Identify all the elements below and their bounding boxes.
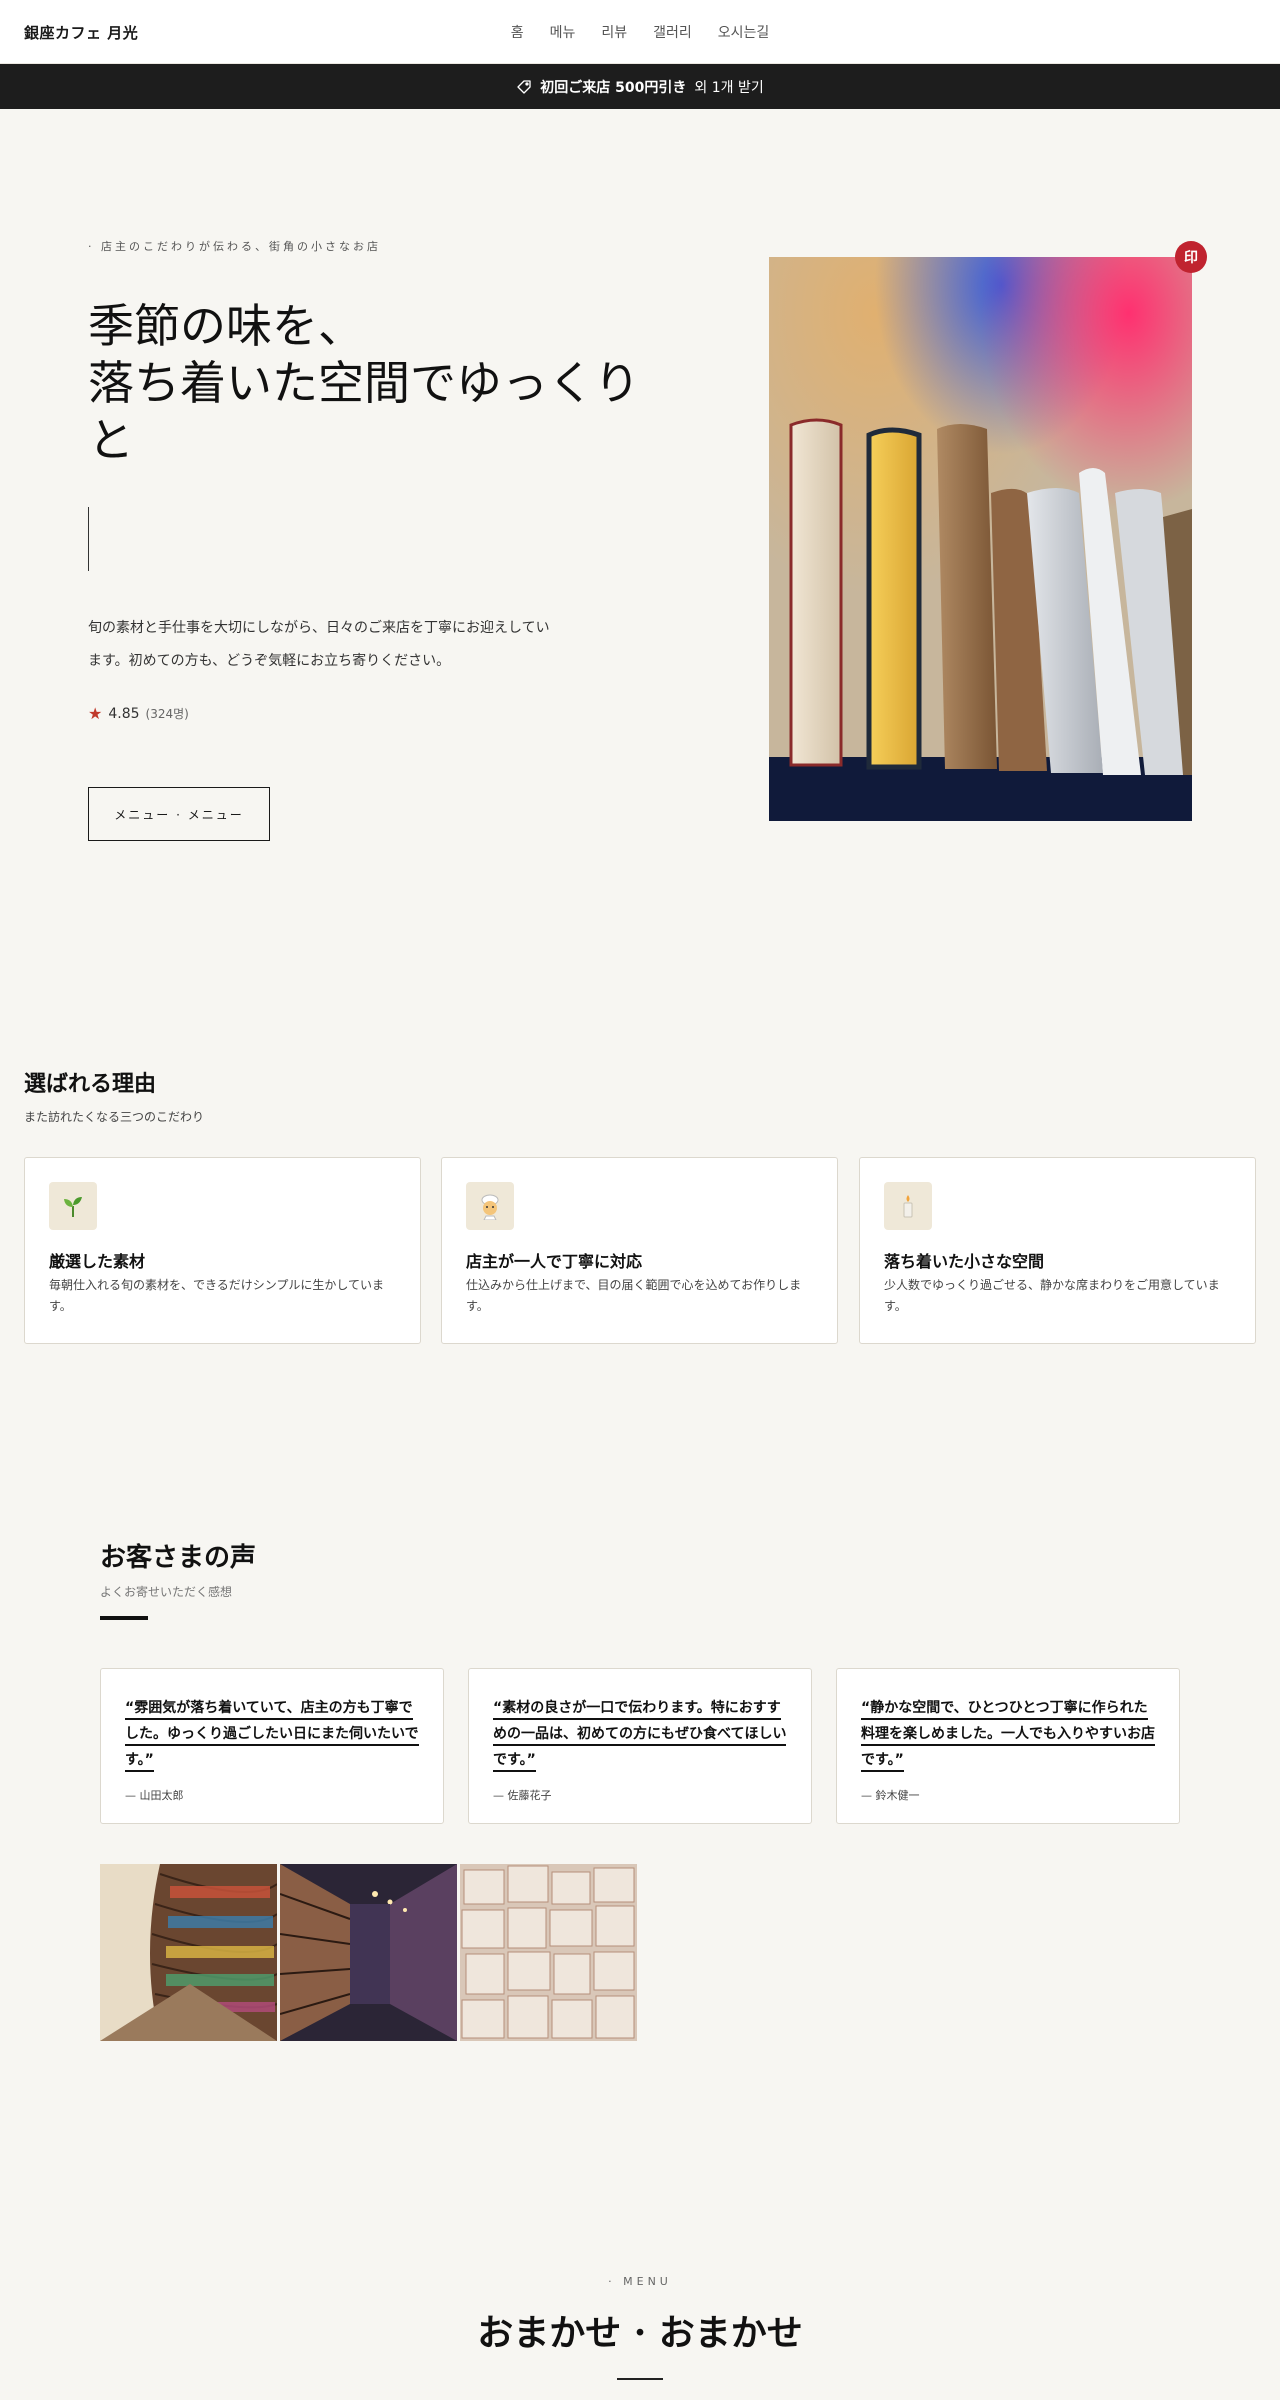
seedling-icon bbox=[49, 1182, 97, 1230]
hero-kicker: · 店主のこだわりが伝わる、街角の小さなお店 bbox=[88, 240, 381, 253]
hero-title-line2: 落ち着いた空間でゆっくり bbox=[88, 356, 640, 410]
testimonial-card: “素材の良さが一口で伝わります。特におすすめの一品は、初めての方にもぜひ食べてほ… bbox=[468, 1668, 812, 1824]
quote-text: “静かな空間で、ひとつひとつ丁寧に作られた料理を楽しめました。一人でも入りやすい… bbox=[861, 1700, 1155, 1772]
feature-card: 店主が一人で丁寧に対応 仕込みから仕上げまで、目の届く範囲で心を込めてお作りしま… bbox=[441, 1157, 838, 1344]
nav-gallery[interactable]: 갤러리 bbox=[653, 22, 692, 42]
site-header: 銀座カフェ 月光 홈 메뉴 리뷰 갤러리 오시는길 bbox=[0, 0, 1280, 64]
promo-banner[interactable]: 初回ご来店 500円引き 외 1개 받기 bbox=[0, 64, 1280, 109]
nav-directions[interactable]: 오시는길 bbox=[718, 22, 770, 42]
hero-title-line1: 季節の味を、 bbox=[88, 299, 364, 353]
feature-title: 落ち着いた小さな空間 bbox=[884, 1252, 1045, 1271]
testimonials-subtitle: よくお寄せいただく感想 bbox=[100, 1585, 233, 1599]
feature-description: 仕込みから仕上げまで、目の届く範囲で心を込めてお作りします。 bbox=[466, 1278, 802, 1313]
hero-divider bbox=[88, 507, 89, 571]
testimonials-title: お客さまの声 bbox=[100, 1543, 257, 1573]
feature-title: 厳選した素材 bbox=[49, 1252, 146, 1271]
testimonial-card: “雰囲気が落ち着いていて、店主の方も丁寧でした。ゆっくり過ごしたい日にまた伺いた… bbox=[100, 1668, 444, 1824]
hero-description: 旬の素材と手仕事を大切にしながら、日々のご来店を丁寧にお迎えしています。初めての… bbox=[88, 620, 550, 669]
promo-highlight: 初回ご来店 500円引き bbox=[540, 79, 687, 96]
hero-title-line3: と bbox=[88, 413, 134, 467]
nav-home[interactable]: 홈 bbox=[511, 22, 524, 42]
testimonial-author: — 鈴木健一 bbox=[861, 1789, 920, 1802]
seal-stamp: 印 bbox=[1175, 241, 1207, 273]
testimonial-author: — 佐藤花子 bbox=[493, 1789, 552, 1802]
testimonial-quote: “静かな空間で、ひとつひとつ丁寧に作られた料理を楽しめました。一人でも入りやすい… bbox=[861, 1695, 1156, 1773]
tag-icon bbox=[517, 79, 531, 94]
gallery-image-library-curve[interactable] bbox=[100, 1864, 277, 2041]
hero-title: 季節の味を、 落ち着いた空間でゆっくり と bbox=[88, 298, 688, 469]
testimonial-quote: “雰囲気が落ち着いていて、店主の方も丁寧でした。ゆっくり過ごしたい日にまた伺いた… bbox=[125, 1695, 420, 1773]
menu-button[interactable]: メニュー · メニュー bbox=[88, 787, 270, 841]
testimonial-author: — 山田太郎 bbox=[125, 1789, 184, 1802]
rating-value: 4.85 bbox=[108, 705, 140, 722]
hero-books-image bbox=[769, 257, 1192, 821]
feature-title: 店主が一人で丁寧に対応 bbox=[466, 1252, 643, 1271]
main-nav: 홈 메뉴 리뷰 갤러리 오시는길 bbox=[0, 22, 1280, 42]
feature-card: 落ち着いた小さな空間 少人数でゆっくり過ごせる、静かな席まわりをご用意しています… bbox=[859, 1157, 1256, 1344]
testimonial-quote: “素材の良さが一口で伝わります。特におすすめの一品は、初めての方にもぜひ食べてほ… bbox=[493, 1695, 788, 1773]
menu-kicker: · MENU bbox=[608, 2275, 672, 2288]
candle-icon bbox=[884, 1182, 932, 1230]
feature-card: 厳選した素材 毎朝仕入れる旬の素材を、できるだけシンプルに生かしています。 bbox=[24, 1157, 421, 1344]
menu-divider bbox=[617, 2378, 663, 2380]
rating: ★ 4.85 (324명) bbox=[88, 704, 189, 723]
nav-menu[interactable]: 메뉴 bbox=[550, 22, 576, 42]
nav-reviews[interactable]: 리뷰 bbox=[601, 22, 627, 42]
reasons-title: 選ばれる理由 bbox=[24, 1072, 157, 1097]
gallery-image-open-books[interactable] bbox=[460, 1864, 637, 2041]
gallery-image-library-hall[interactable] bbox=[280, 1864, 457, 2041]
promo-text: 외 1개 받기 bbox=[694, 79, 764, 96]
chef-icon bbox=[466, 1182, 514, 1230]
menu-title: おまかせ · おまかせ bbox=[477, 2312, 803, 2354]
books-illustration bbox=[769, 257, 1192, 821]
star-icon: ★ bbox=[88, 704, 103, 723]
feature-description: 毎朝仕入れる旬の素材を、できるだけシンプルに生かしています。 bbox=[49, 1278, 385, 1313]
quote-text: “雰囲気が落ち着いていて、店主の方も丁寧でした。ゆっくり過ごしたい日にまた伺いた… bbox=[125, 1700, 419, 1772]
section-underline bbox=[100, 1616, 148, 1620]
quote-text: “素材の良さが一口で伝わります。特におすすめの一品は、初めての方にもぜひ食べてほ… bbox=[493, 1700, 787, 1772]
feature-description: 少人数でゆっくり過ごせる、静かな席まわりをご用意しています。 bbox=[884, 1278, 1220, 1313]
reasons-subtitle: また訪れたくなる三つのこだわり bbox=[24, 1110, 205, 1124]
testimonial-card: “静かな空間で、ひとつひとつ丁寧に作られた料理を楽しめました。一人でも入りやすい… bbox=[836, 1668, 1180, 1824]
rating-count: (324명) bbox=[145, 707, 189, 721]
